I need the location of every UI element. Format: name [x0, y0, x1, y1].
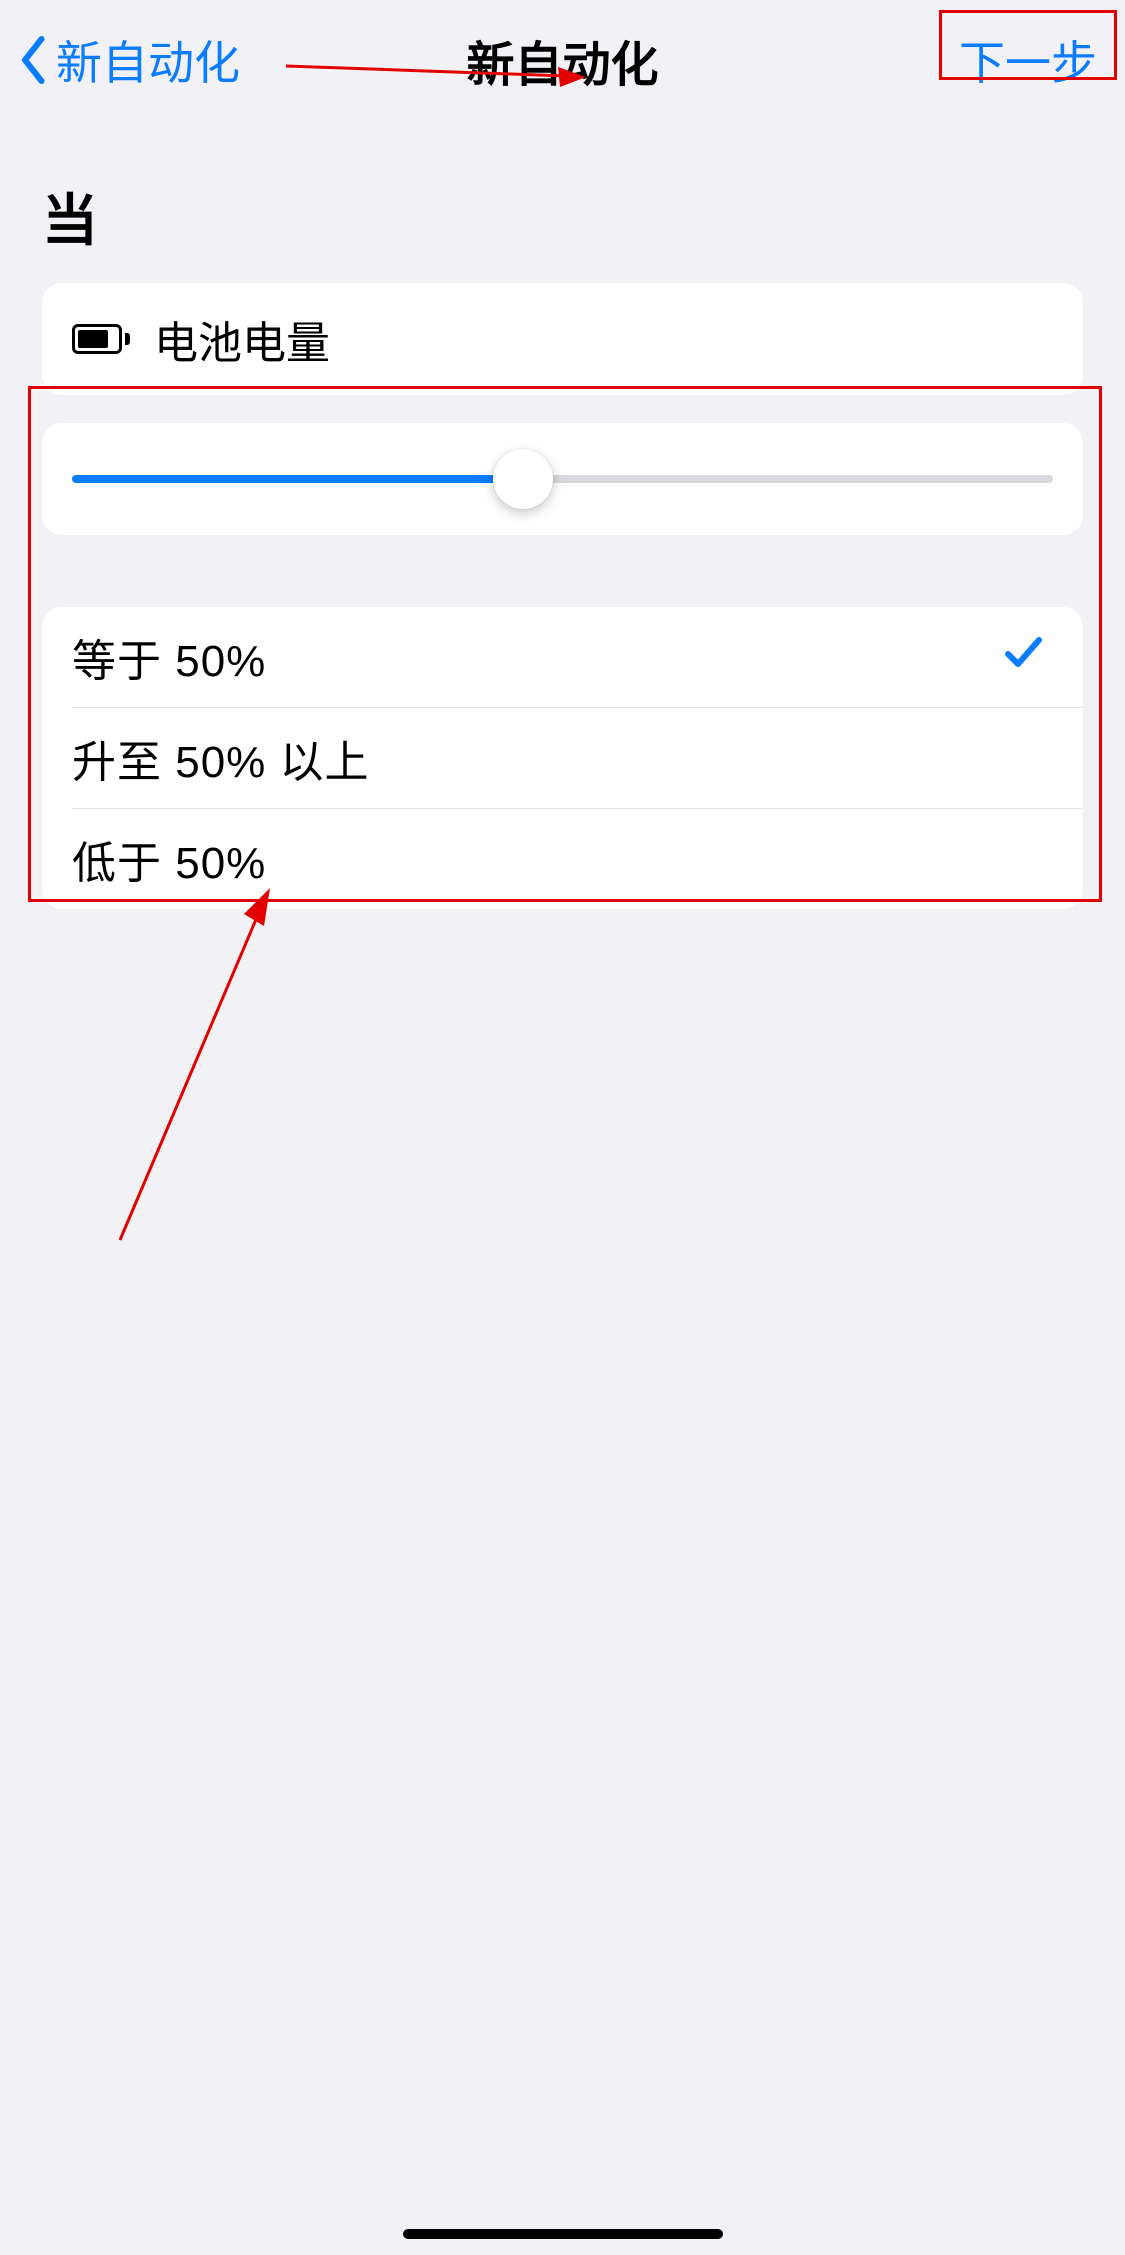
annotation-group-box: [28, 386, 1102, 902]
back-label: 新自动化: [56, 27, 240, 93]
battery-icon: [72, 324, 130, 354]
chevron-left-icon: [20, 36, 48, 84]
home-indicator: [403, 2229, 723, 2239]
annotation-next-box: [939, 10, 1117, 80]
trigger-row[interactable]: 电池电量: [42, 283, 1083, 395]
trigger-label: 电池电量: [154, 307, 330, 371]
annotation-arrow-to-group: [110, 870, 290, 1250]
page-title: 新自动化: [466, 25, 658, 95]
section-header: 当: [42, 176, 1125, 257]
back-button[interactable]: 新自动化: [20, 0, 240, 120]
